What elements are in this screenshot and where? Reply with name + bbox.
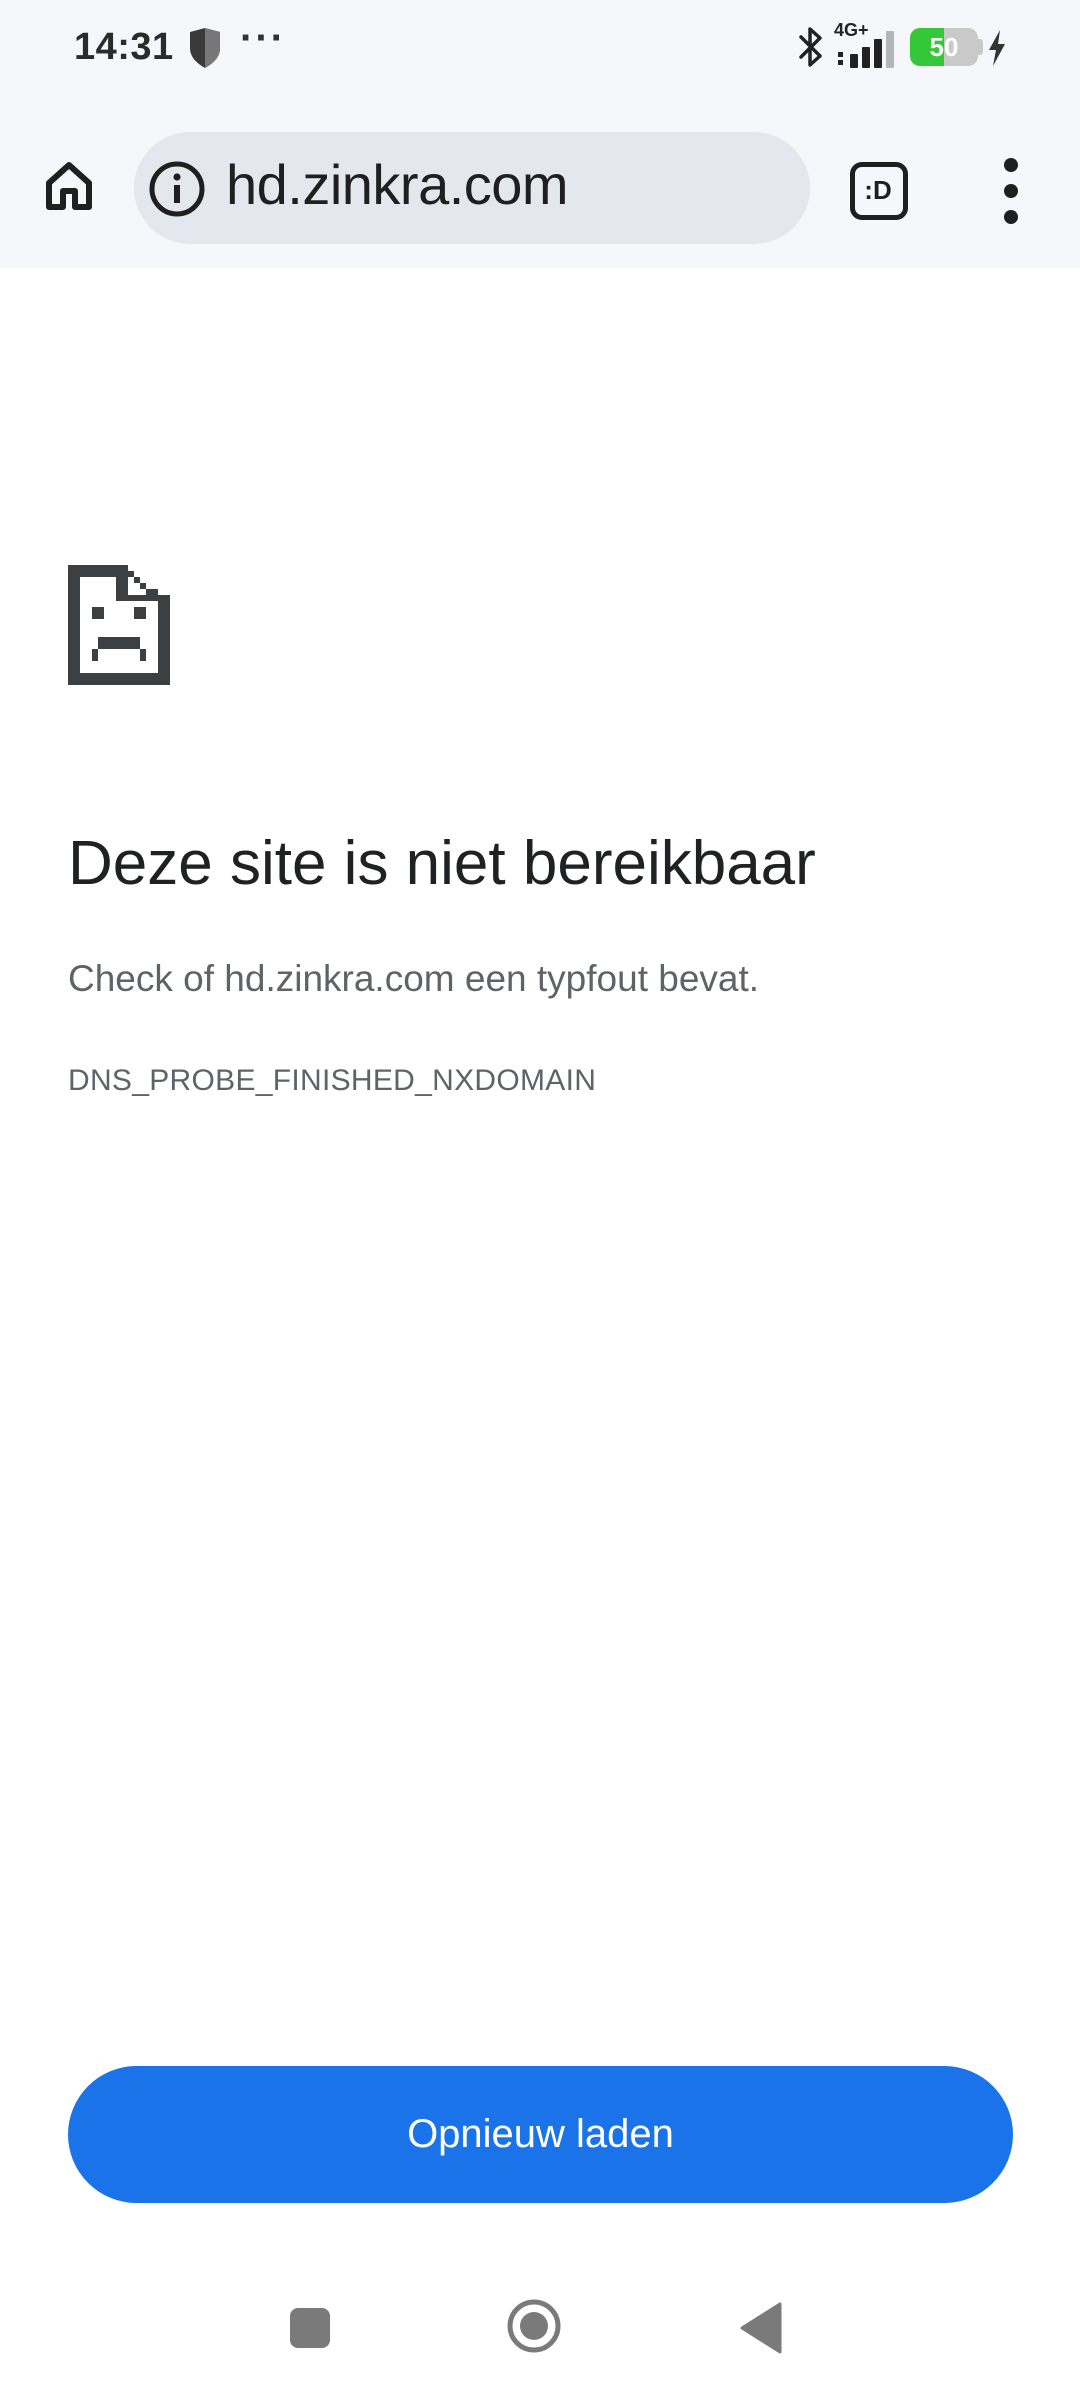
charging-bolt-icon [989,30,1005,66]
home-icon [46,162,92,210]
more-menu-button[interactable] [990,156,1034,226]
battery-icon: 50 [910,28,978,66]
shield-icon [190,28,220,68]
status-time: 14:31 [74,26,174,68]
battery-percentage: 50 [929,32,959,62]
bluetooth-icon [799,27,822,67]
more-menu-icon [1004,158,1018,172]
tab-switcher-label: :D [864,175,892,205]
error-code: DNS_PROBE_FINISHED_NXDOMAIN [68,1064,597,1097]
back-icon[interactable] [738,2302,784,2354]
status-bar: 14:31 ··· 4G+ 50 [0,0,1080,96]
tab-switcher-button[interactable]: :D [846,158,910,222]
battery-nub [978,39,983,55]
sad-page-icon [68,565,170,685]
url-text[interactable]: hd.zinkra.com [226,152,569,217]
browser-toolbar: hd.zinkra.com :D [0,96,1080,268]
signal-icon [838,31,894,68]
home-circle-icon[interactable] [506,2298,562,2354]
notification-overflow-icon: ··· [240,16,286,60]
reload-button[interactable]: Opnieuw laden [68,2066,1013,2203]
info-icon[interactable] [148,160,206,218]
more-menu-icon [1004,210,1018,224]
error-hint: Check of hd.zinkra.com een typfout bevat… [68,958,760,999]
more-menu-icon [1004,184,1018,198]
system-navigation-bar [0,2268,1080,2400]
home-button[interactable] [30,146,108,224]
error-title: Deze site is niet bereikbaar [68,829,816,898]
recents-icon[interactable] [290,2308,330,2348]
